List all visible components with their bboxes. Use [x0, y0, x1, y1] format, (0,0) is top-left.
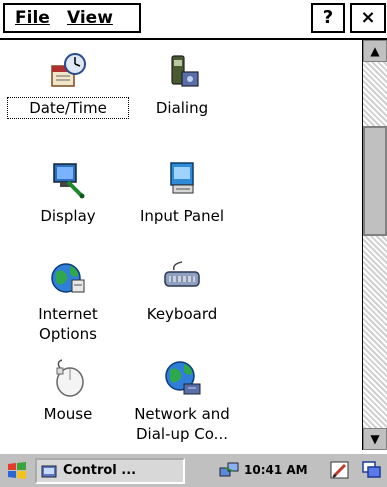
- menu-file-label: File: [15, 8, 50, 28]
- tray-clock[interactable]: 10:41 AM: [244, 463, 308, 477]
- help-button[interactable]: ?: [311, 3, 345, 33]
- dialing-icon: [171, 55, 199, 87]
- item-label: Input Panel: [139, 207, 225, 225]
- item-date-time[interactable]: Date/Time: [7, 52, 129, 119]
- item-mouse[interactable]: Mouse: [8, 358, 128, 424]
- item-label: Mouse: [43, 405, 93, 423]
- network-status-icon[interactable]: [219, 460, 239, 480]
- input-method-icon[interactable]: [330, 460, 350, 480]
- menu-view[interactable]: View: [67, 8, 113, 28]
- menu-file[interactable]: File: [15, 8, 50, 28]
- menu-view-label: View: [67, 8, 113, 28]
- item-label: Date/Time: [7, 97, 129, 119]
- item-network-dialup[interactable]: Network and Dial-up Co...: [122, 358, 242, 444]
- keyboard-icon: [164, 261, 200, 287]
- datetime-icon: [51, 53, 86, 87]
- control-panel-window: File View ? × Date/Time Dialing Display …: [0, 0, 387, 487]
- taskbar: Control ... 10:41 AM: [0, 452, 387, 487]
- input-panel-icon: [170, 162, 194, 194]
- menu-group: File View: [3, 3, 141, 33]
- start-windows-icon[interactable]: [6, 460, 28, 482]
- item-label: Display: [40, 207, 96, 225]
- network-icon: [165, 361, 201, 395]
- desktop-icon[interactable]: [362, 460, 382, 480]
- internet-options-icon: [51, 263, 85, 293]
- vertical-scrollbar[interactable]: ▲ ▼: [362, 40, 387, 450]
- item-internet-options[interactable]: Internet Options: [8, 258, 128, 344]
- taskbar-control-panel-button[interactable]: Control ...: [35, 458, 185, 484]
- item-keyboard[interactable]: Keyboard: [122, 258, 242, 324]
- icon-view: Date/Time Dialing Display Input Panel In…: [0, 40, 362, 450]
- menu-bar: File View ? ×: [0, 0, 387, 40]
- scroll-up-button[interactable]: ▲: [363, 40, 387, 62]
- item-label: Internet Options: [38, 305, 98, 343]
- item-label: Network and Dial-up Co...: [134, 405, 230, 443]
- item-label: Dialing: [155, 99, 209, 117]
- scroll-thumb[interactable]: [363, 126, 387, 236]
- item-input-panel[interactable]: Input Panel: [122, 160, 242, 226]
- taskbar-button-label: Control ...: [63, 463, 137, 478]
- close-button[interactable]: ×: [350, 3, 386, 33]
- item-dialing[interactable]: Dialing: [122, 52, 242, 118]
- mouse-icon: [56, 359, 84, 397]
- control-panel-icon: [41, 465, 57, 478]
- item-label: Keyboard: [146, 305, 218, 323]
- scroll-down-button[interactable]: ▼: [363, 428, 387, 450]
- display-icon: [53, 163, 85, 199]
- item-display[interactable]: Display: [8, 160, 128, 226]
